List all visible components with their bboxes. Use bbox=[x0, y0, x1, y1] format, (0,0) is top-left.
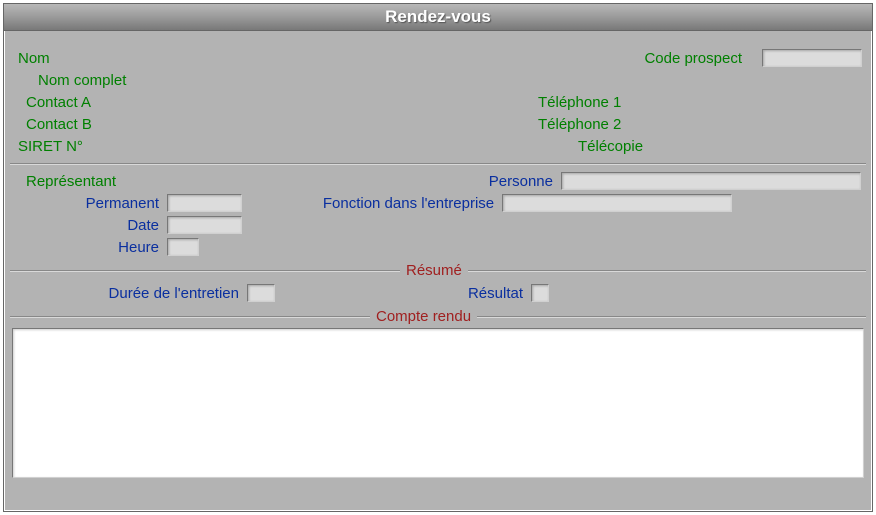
label-contact-b: Contact B bbox=[26, 116, 92, 133]
label-date: Date bbox=[14, 217, 159, 234]
label-personne: Personne bbox=[438, 173, 553, 190]
label-code-prospect: Code prospect bbox=[644, 50, 742, 67]
legend-resume: Résumé bbox=[400, 262, 468, 279]
input-heure[interactable] bbox=[167, 238, 199, 256]
label-siret: SIRET N° bbox=[18, 138, 83, 155]
label-heure: Heure bbox=[14, 239, 159, 256]
input-code-prospect[interactable] bbox=[762, 49, 862, 67]
input-permanent[interactable] bbox=[167, 194, 242, 212]
panel-details: Représentant Personne Permanent Fonction… bbox=[10, 163, 866, 264]
panel-info: Nom Code prospect Nom complet Contact A bbox=[10, 37, 866, 163]
label-telephone-2: Téléphone 2 bbox=[538, 116, 621, 133]
label-telecopie: Télécopie bbox=[578, 138, 643, 155]
panel-compte-rendu bbox=[10, 324, 866, 484]
input-duree[interactable] bbox=[247, 284, 275, 302]
window-title: Rendez-vous bbox=[4, 4, 872, 31]
input-personne[interactable] bbox=[561, 172, 861, 190]
label-telephone-1: Téléphone 1 bbox=[538, 94, 621, 111]
textarea-compte-rendu[interactable] bbox=[12, 328, 864, 478]
input-resultat[interactable] bbox=[531, 284, 549, 302]
appointment-window: Rendez-vous Nom Code prospect Nom comple… bbox=[3, 3, 873, 512]
window-body: Nom Code prospect Nom complet Contact A bbox=[4, 31, 872, 490]
fieldset-resume: Résumé bbox=[10, 264, 866, 278]
label-duree: Durée de l'entretien bbox=[14, 285, 239, 302]
label-representant: Représentant bbox=[26, 173, 116, 190]
legend-compte-rendu: Compte rendu bbox=[370, 308, 477, 325]
label-fonction: Fonction dans l'entreprise bbox=[308, 195, 494, 212]
fieldset-compte-rendu: Compte rendu bbox=[10, 310, 866, 324]
label-resultat: Résultat bbox=[438, 285, 523, 302]
input-date[interactable] bbox=[167, 216, 242, 234]
label-contact-a: Contact A bbox=[26, 94, 91, 111]
input-fonction[interactable] bbox=[502, 194, 732, 212]
label-nom: Nom bbox=[18, 50, 50, 67]
panel-resume: Durée de l'entretien Résultat bbox=[10, 278, 866, 310]
label-nom-complet: Nom complet bbox=[38, 72, 126, 89]
label-permanent: Permanent bbox=[14, 195, 159, 212]
